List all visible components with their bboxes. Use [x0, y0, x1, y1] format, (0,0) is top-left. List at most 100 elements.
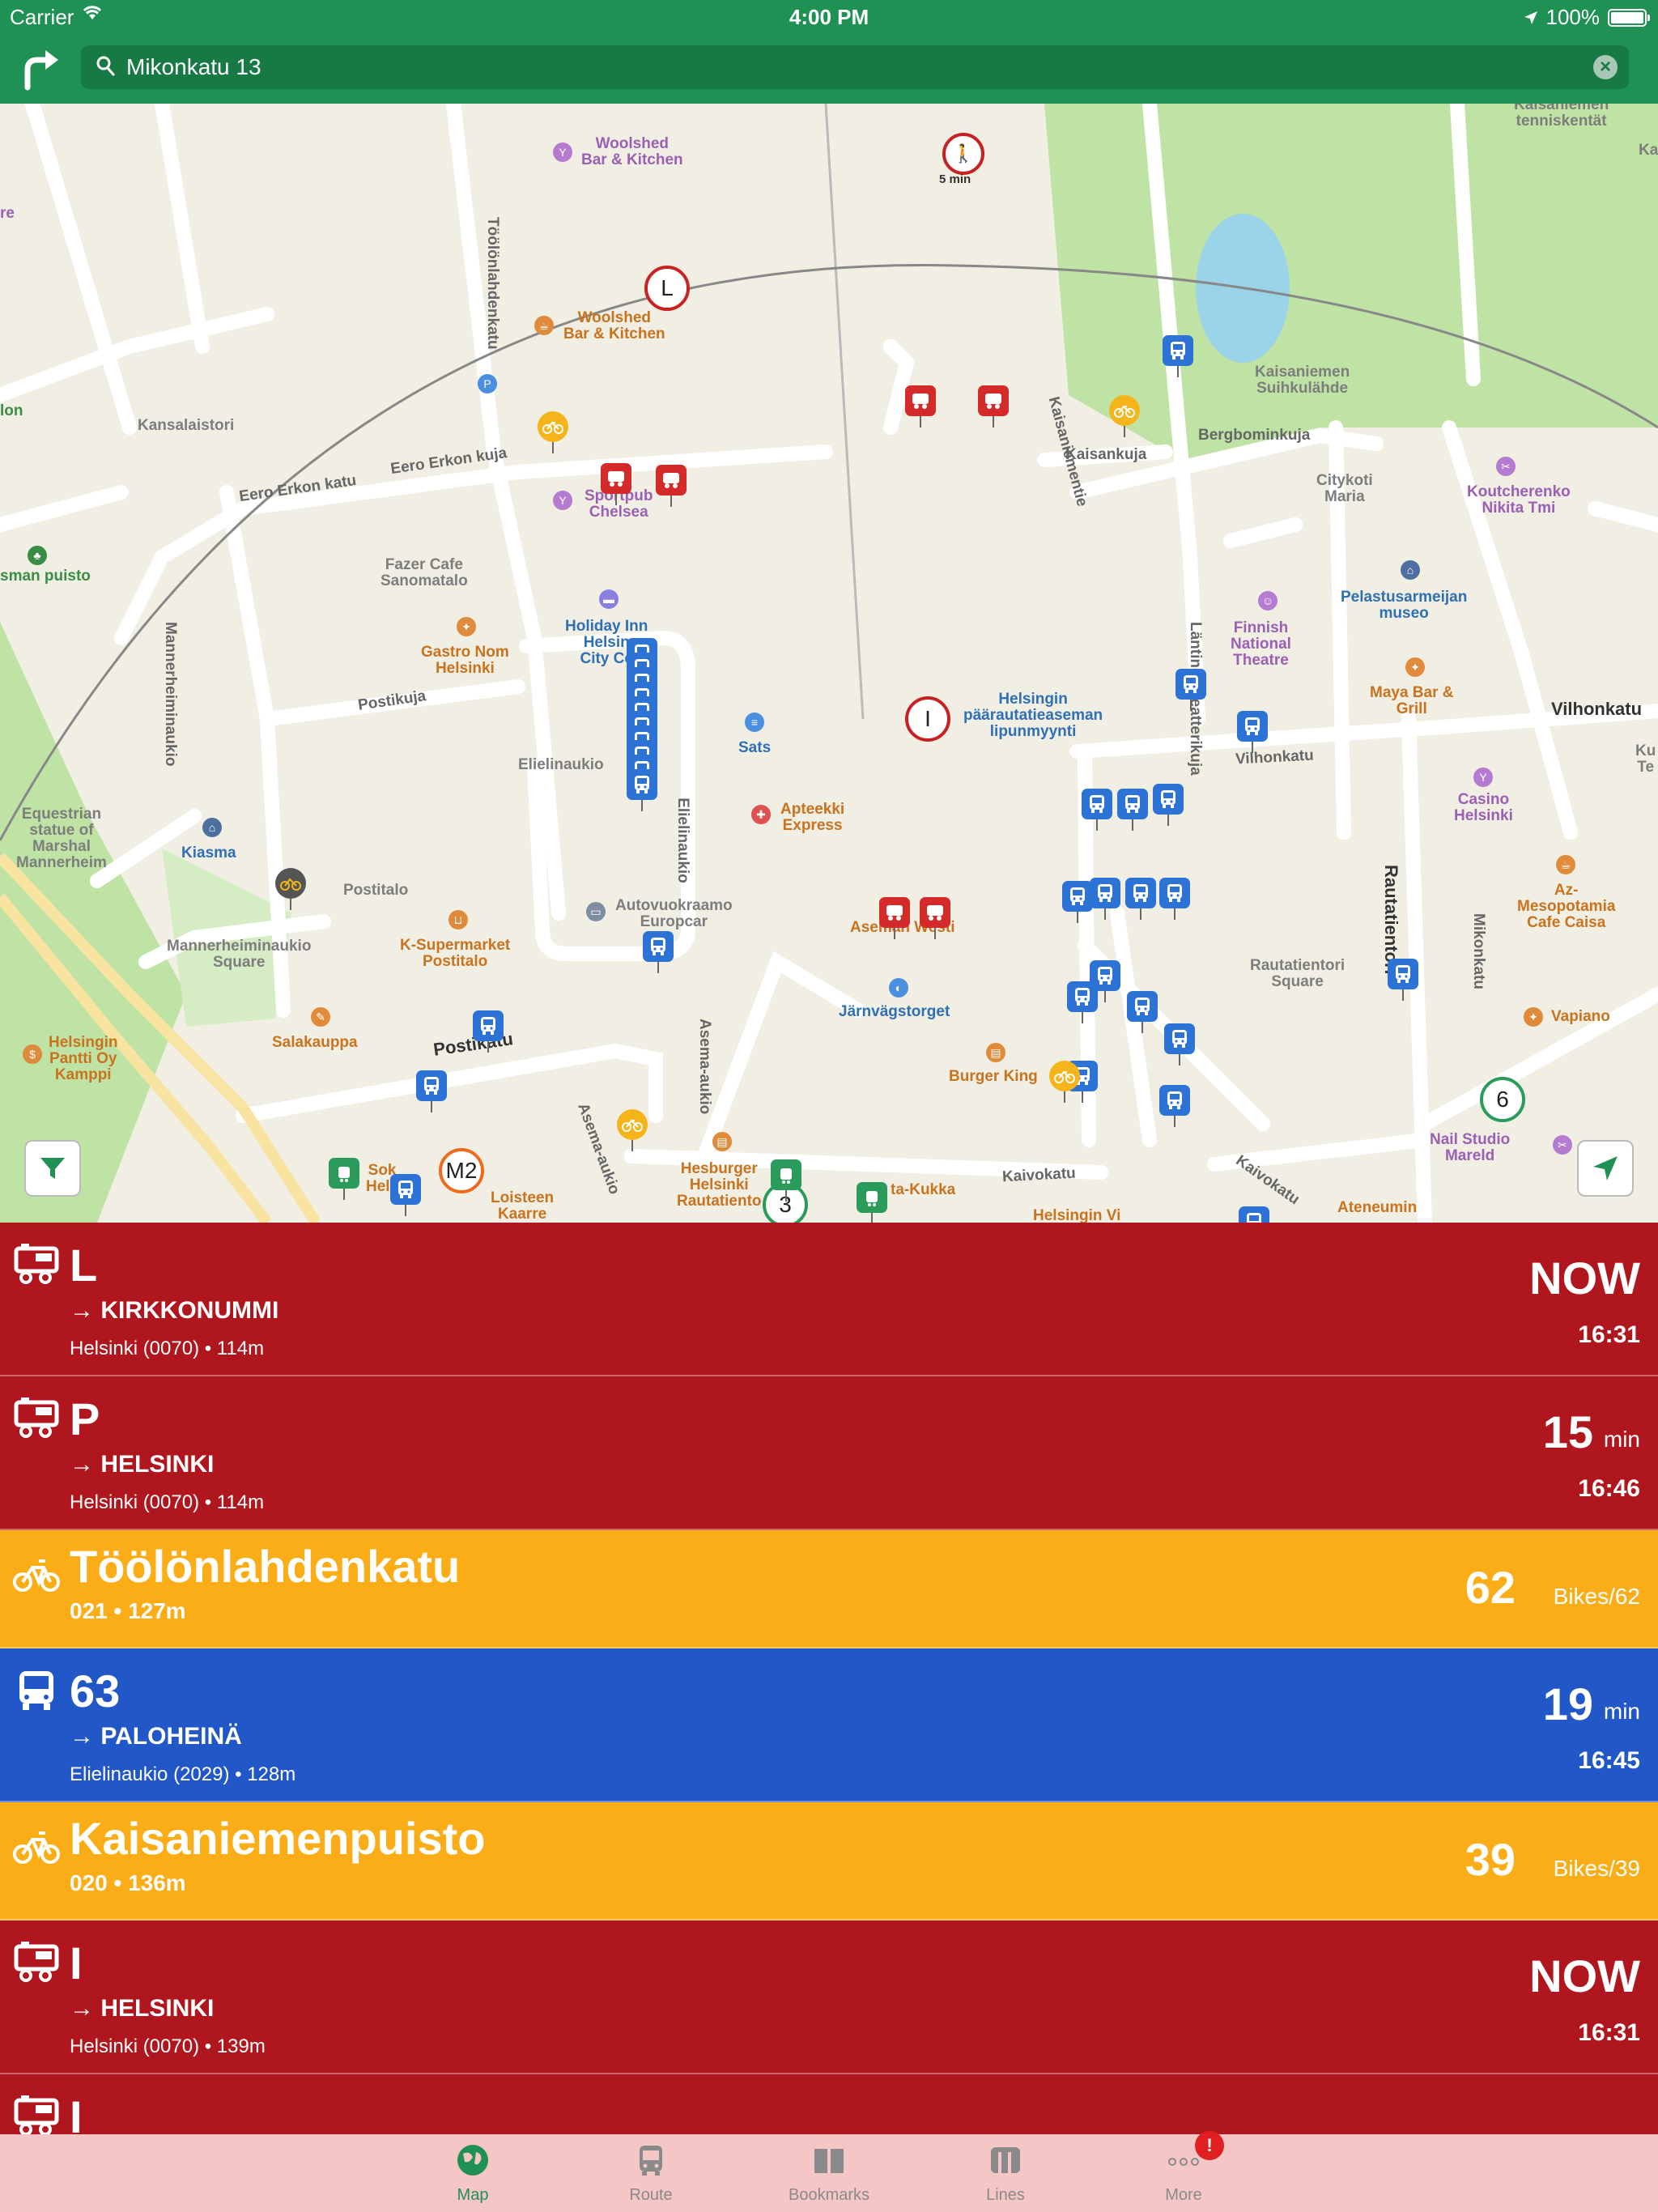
bus-stop-pin[interactable]	[1163, 335, 1193, 377]
bus-stop-pin[interactable]	[1153, 784, 1184, 826]
train-i-marker[interactable]: I	[905, 696, 950, 742]
bike-station-pin[interactable]	[538, 411, 568, 453]
tab-map[interactable]: Map	[400, 2134, 546, 2212]
bar-poi-icon: Y	[553, 143, 572, 162]
map-label-mannerheiminaukio-square: Mannerheiminaukio Square	[167, 938, 312, 971]
search-input[interactable]	[126, 50, 1567, 84]
bus-icon	[1396, 965, 1410, 983]
bus-stop-pin[interactable]	[643, 931, 674, 973]
departure-stop-info: Helsinki (0070) • 114m	[70, 1491, 265, 1513]
tab-lines[interactable]: Lines	[933, 2134, 1078, 2212]
departure-row-train[interactable]: P → HELSINKI Helsinki (0070) • 114m 15 min 16…	[0, 1376, 1658, 1530]
departure-stop-info: Elielinaukio (2029) • 128m	[70, 1763, 296, 1785]
map-label-ku: Ku Te	[1635, 742, 1656, 776]
departure-title: Kaisaniemenpuisto	[70, 1813, 486, 1864]
departure-row-bike[interactable]: Kaisaniemenpuisto 020 • 136m 39 Bikes/39	[0, 1802, 1658, 1921]
tab-route[interactable]: Route	[578, 2134, 724, 2212]
bike-station-pin[interactable]	[275, 868, 306, 910]
battery-icon	[1608, 8, 1650, 27]
train-stop-pin[interactable]	[601, 463, 631, 505]
train-stop-pin[interactable]	[920, 897, 950, 939]
bus-icon	[1161, 790, 1175, 808]
departure-destination: → HELSINKI	[70, 1451, 215, 1478]
map-label-az-mesopotamia: Az- Mesopotamia Cafe Caisa	[1517, 882, 1616, 931]
bus-stop-pin[interactable]	[416, 1070, 447, 1112]
filter-button[interactable]	[24, 1140, 81, 1197]
departure-row-train[interactable]: I	[0, 2074, 1658, 2134]
map-view[interactable]: Woolshed Bar & Kitchen Woolshed Bar & Ki…	[0, 104, 1658, 1223]
bike-station-pin[interactable]	[1049, 1061, 1080, 1103]
status-right: 100%	[1524, 5, 1650, 30]
tram-stop-pin[interactable]	[857, 1182, 887, 1223]
train-stop-pin[interactable]	[656, 465, 687, 507]
bus-stop-pin[interactable]	[1082, 789, 1112, 831]
train-stop-pin[interactable]	[978, 385, 1009, 428]
bike-station-pin[interactable]	[617, 1109, 648, 1151]
search-bar[interactable]: ×	[81, 45, 1629, 89]
bike-station-pin[interactable]	[1109, 395, 1140, 437]
departure-stop-info: 020 • 136m	[70, 1870, 186, 1895]
bus-icon	[651, 938, 665, 955]
gym-poi-icon: ≡	[745, 713, 764, 732]
bus-stop-pin[interactable]	[1090, 960, 1120, 1002]
departure-row-bus[interactable]: 63 → PALOHEINÄ Elielinaukio (2029) • 128m 1…	[0, 1648, 1658, 1802]
locate-me-button[interactable]	[1577, 1140, 1634, 1197]
bus-stop-pin[interactable]	[1237, 711, 1268, 753]
tram-stop-pin[interactable]	[771, 1159, 801, 1202]
metro-m2-marker[interactable]: M2	[439, 1148, 484, 1193]
bus-stop-pin[interactable]	[627, 769, 657, 811]
bus-stop-pin[interactable]	[1175, 669, 1206, 711]
bus-stop-pin[interactable]	[1164, 1023, 1195, 1066]
map-label-re: re	[0, 205, 15, 222]
map-label-vilhonkatu: Vilhonkatu	[1551, 699, 1643, 719]
departure-row-bike[interactable]: Töölönlahdenkatu 021 • 127m 62 Bikes/62	[0, 1530, 1658, 1648]
bus-stop-pin[interactable]	[1239, 1206, 1269, 1223]
map-label-apteekki: Apteekki Express	[780, 801, 845, 834]
departure-title: L	[70, 1240, 98, 1291]
car-rental-poi-icon: ▭	[586, 902, 606, 921]
bus-stop-pin[interactable]	[1159, 1085, 1190, 1127]
map-label-autovuokraamo: Autovuokraamo Europcar	[615, 897, 733, 930]
departure-row-train[interactable]: L → KIRKKONUMMI Helsinki (0070) • 114m NOW 1…	[0, 1223, 1658, 1376]
bus-stop-pin[interactable]	[1117, 789, 1148, 831]
tab-bar: Map Route Bookmarks Lines More !	[0, 2131, 1658, 2212]
tram-6-marker[interactable]: 6	[1480, 1077, 1525, 1122]
departure-time-unit: Bikes/62	[1553, 1584, 1640, 1609]
tab-more[interactable]: More !	[1111, 2131, 1256, 2212]
train-l-marker[interactable]: L	[644, 266, 690, 311]
clear-search-icon[interactable]: ×	[1593, 55, 1618, 79]
train-icon	[13, 2095, 60, 2134]
bus-stop-pin[interactable]	[1125, 878, 1156, 920]
tab-bookmarks[interactable]: Bookmarks	[756, 2134, 902, 2212]
bus-stop-pin[interactable]	[1127, 991, 1158, 1033]
departure-clock: 16:31	[1578, 2019, 1640, 2046]
departure-time-unit: min	[1603, 1699, 1640, 1724]
bus-stop-pin[interactable]	[390, 1174, 421, 1216]
parking-poi-icon: P	[478, 374, 497, 393]
bus-stop-pin[interactable]	[473, 1010, 504, 1053]
globe-icon	[457, 2145, 488, 2176]
departure-time-value: NOW	[1529, 1950, 1640, 2001]
departure-time-unit: Bikes/39	[1553, 1856, 1640, 1881]
departure-list[interactable]: L → KIRKKONUMMI Helsinki (0070) • 114m NOW 1…	[0, 1223, 1658, 2134]
more-badge: !	[1195, 2131, 1224, 2160]
departure-row-train[interactable]: I → HELSINKI Helsinki (0070) • 139m NOW 16:3…	[0, 1921, 1658, 2074]
bus-icon	[1070, 887, 1085, 905]
map-label-mikonkatu: Mikonkatu	[1470, 913, 1487, 989]
map-label-nail-studio: Nail Studio Mareld	[1430, 1131, 1511, 1164]
bus-stop-pin[interactable]	[1062, 881, 1093, 923]
tram-stop-pin[interactable]	[329, 1158, 359, 1200]
bus-stop-pin[interactable]	[1388, 959, 1418, 1001]
park-poi-icon: ♣	[28, 546, 47, 565]
bus-icon	[481, 1017, 495, 1035]
walk-radius-marker: 🚶	[942, 133, 984, 175]
bus-icon	[635, 776, 649, 793]
museum-poi-icon: ⌂	[1401, 560, 1420, 580]
map-label-loisteen: Loisteen Kaarre	[491, 1189, 555, 1223]
bus-stop-pin[interactable]	[1090, 878, 1120, 920]
bus-stop-pin[interactable]	[1159, 878, 1190, 920]
route-turn-icon[interactable]	[18, 45, 65, 92]
train-stop-pin[interactable]	[905, 385, 936, 428]
train-stop-pin[interactable]	[879, 897, 910, 939]
lines-icon	[991, 2147, 1020, 2173]
